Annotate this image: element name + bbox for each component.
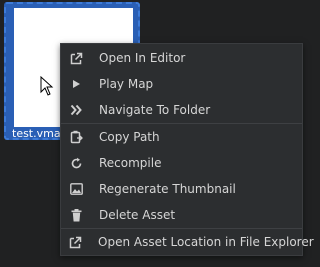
menu-item-label: Navigate To Folder <box>99 103 211 117</box>
menu-item-open-in-editor[interactable]: Open In Editor <box>61 45 302 71</box>
menu-item-delete-asset[interactable]: Delete Asset <box>61 202 302 228</box>
play-icon <box>69 77 83 91</box>
menu-item-label: Regenerate Thumbnail <box>99 182 236 196</box>
menu-item-open-asset-location[interactable]: Open Asset Location in File Explorer <box>61 229 314 255</box>
menu-item-label: Play Map <box>99 77 154 91</box>
menu-item-copy-path[interactable]: Copy Path <box>61 124 302 150</box>
refresh-icon <box>69 156 83 170</box>
menu-item-play-map[interactable]: Play Map <box>61 71 302 97</box>
open-external-icon <box>69 235 82 249</box>
menu-item-label: Open In Editor <box>99 51 186 65</box>
menu-item-label: Delete Asset <box>99 208 176 222</box>
double-chevron-right-icon <box>69 103 83 117</box>
menu-item-regenerate-thumbnail[interactable]: Regenerate Thumbnail <box>61 176 302 202</box>
menu-item-label: Recompile <box>99 156 162 170</box>
image-icon <box>69 182 83 196</box>
menu-item-navigate-to-folder[interactable]: Navigate To Folder <box>61 97 302 123</box>
menu-item-label: Copy Path <box>99 130 160 144</box>
context-menu: Open In Editor Play Map Navigate To Fold… <box>60 43 314 256</box>
copy-path-icon <box>69 130 83 144</box>
mouse-cursor-icon <box>40 76 54 96</box>
menu-item-label: Open Asset Location in File Explorer <box>98 235 314 249</box>
trash-icon <box>69 208 83 222</box>
open-external-icon <box>69 51 83 65</box>
menu-item-recompile[interactable]: Recompile <box>61 150 302 176</box>
